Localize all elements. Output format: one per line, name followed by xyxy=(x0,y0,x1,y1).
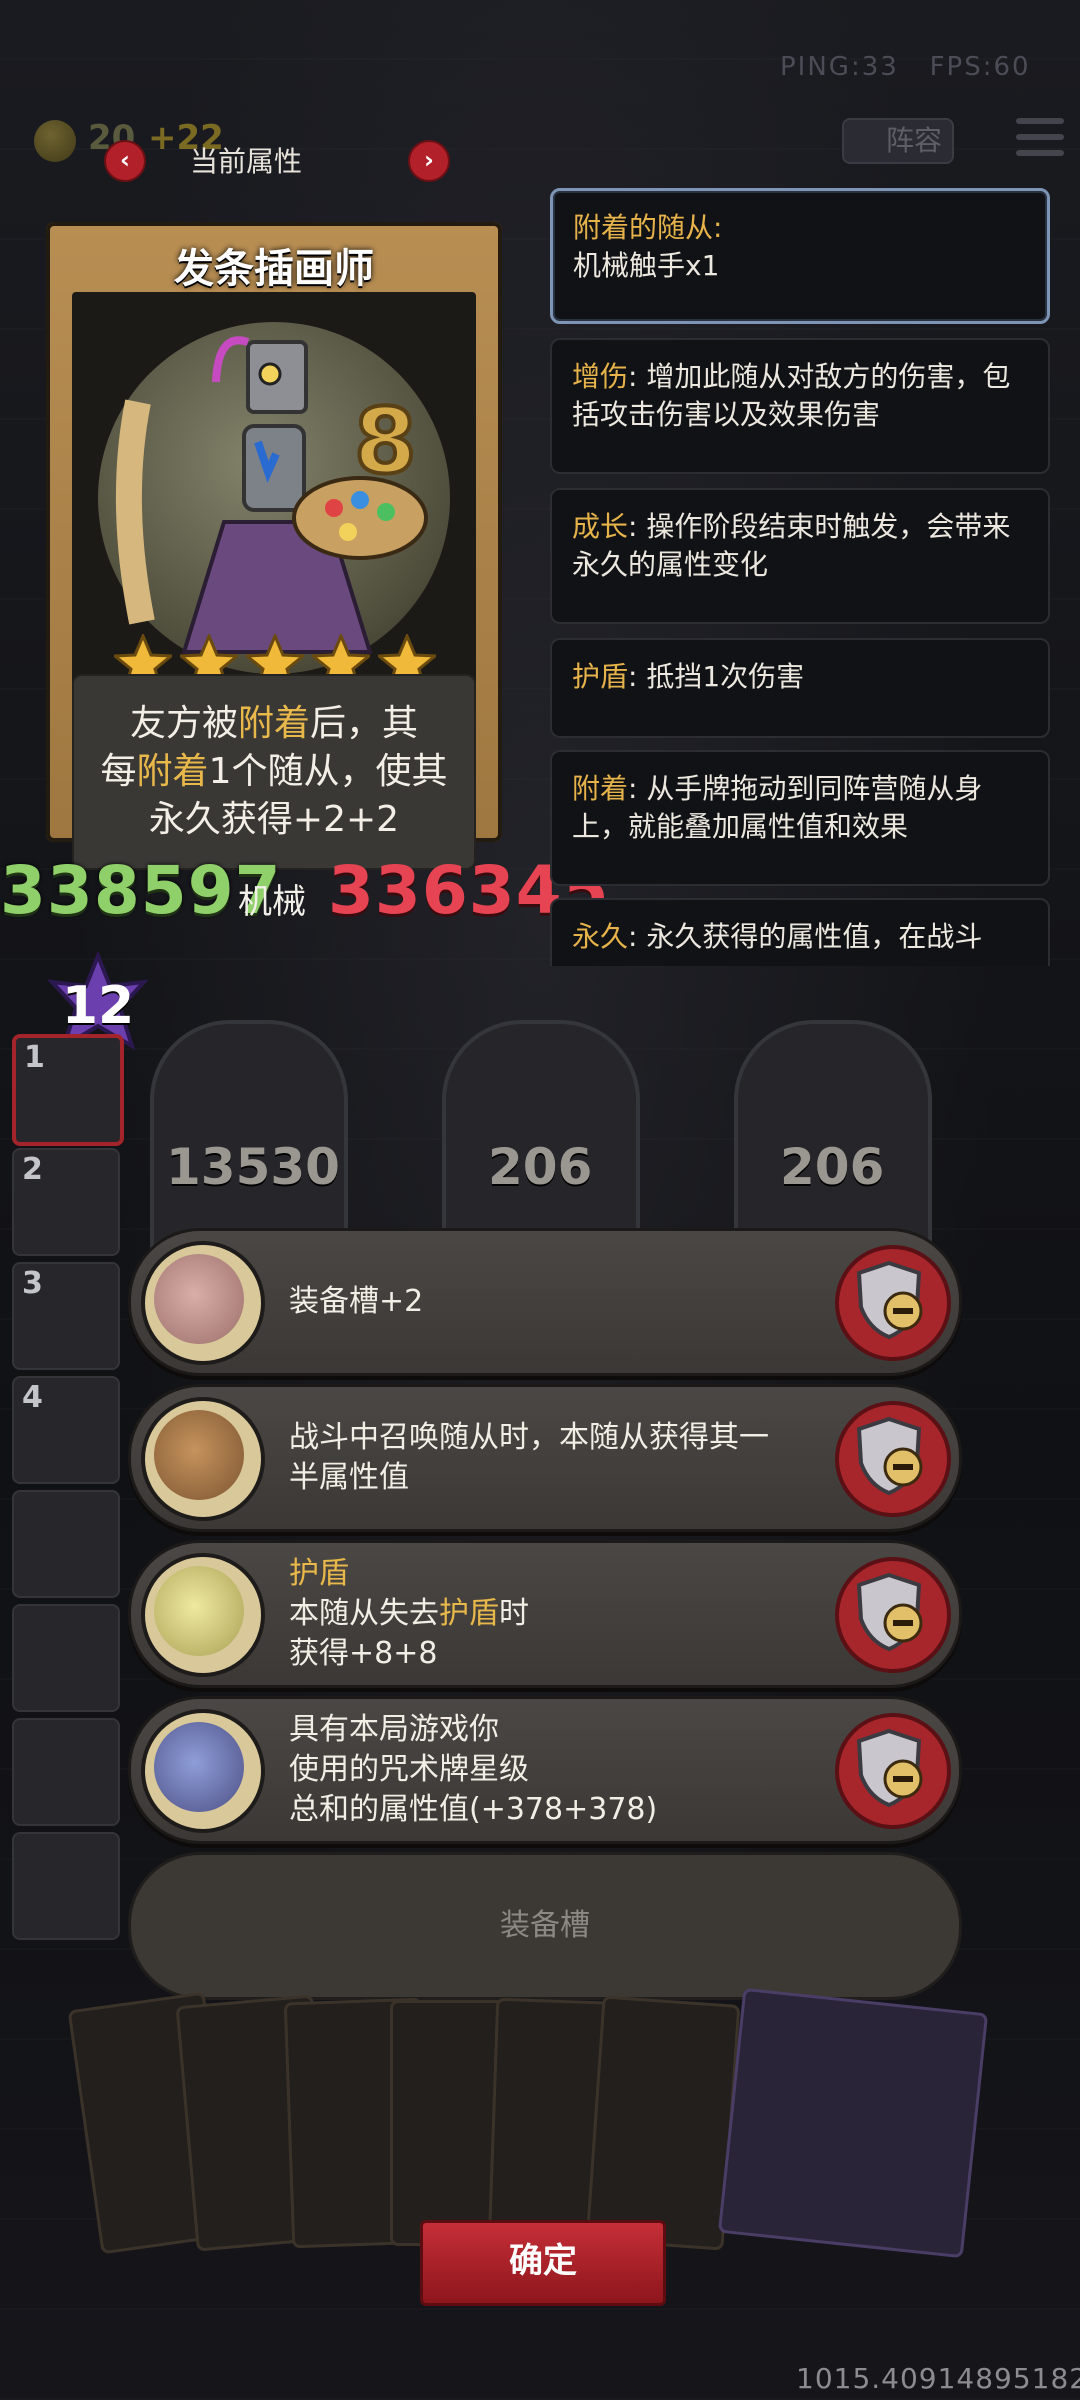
card-description: 友方被附着后，其 每附着1个随从，使其 永久获得+2+2 xyxy=(72,674,476,870)
keyword-panel-damage: 增伤: 增加此随从对敌方的伤害，包括攻击伤害以及效果伤害 xyxy=(550,338,1050,474)
kw-text: : 抵挡1次伤害 xyxy=(628,660,805,693)
equipment-row[interactable]: 护盾 本随从失去护盾时 获得+8+8 xyxy=(128,1540,962,1688)
equipment-text: 护盾 本随从失去护盾时 获得+8+8 xyxy=(289,1543,529,1685)
equipment-text: 装备槽+2 xyxy=(289,1231,423,1373)
shield-minus-icon xyxy=(856,1416,923,1496)
tribe-label: 机械 xyxy=(238,882,306,922)
kw-text: : 永久获得的属性值，在战斗 xyxy=(628,920,983,953)
unequip-shield-button[interactable] xyxy=(835,1557,951,1673)
equipment-line: 使用的咒术牌星级 xyxy=(289,1752,529,1787)
lineup-slot[interactable] xyxy=(12,1718,120,1826)
desc-text: 每 xyxy=(100,751,137,792)
pig-equipment-icon xyxy=(141,1241,265,1365)
ping-fps-readout: PING:33 FPS:60 xyxy=(780,52,1031,82)
lineup-slot[interactable] xyxy=(12,1832,120,1940)
lineup-slot-3[interactable]: 3 xyxy=(12,1262,120,1370)
confirm-button[interactable]: 确定 xyxy=(420,2220,666,2306)
fps-text: FPS:60 xyxy=(929,52,1031,82)
keyword-list[interactable]: 附着的随从: 机械触手x1 增伤: 增加此随从对敌方的伤害，包括攻击伤害以及效果… xyxy=(540,180,1060,966)
equipment-line: 获得+8+8 xyxy=(289,1636,438,1671)
desc-text: 后，其 xyxy=(310,703,419,744)
shield-minus-icon xyxy=(856,1260,923,1340)
card-name: 发条插画师 xyxy=(174,246,374,292)
kw-name: 护盾 xyxy=(572,660,629,693)
coordinate-readout: 1015.40914895182 xyxy=(796,2362,1080,2395)
lineup-button[interactable]: 阵容 xyxy=(842,118,954,164)
clockwork-illustrator-art: 8 xyxy=(98,322,450,674)
ping-text: PING:33 xyxy=(780,52,899,82)
desc-line-1: 友方被附着后，其 xyxy=(74,700,474,748)
lineup-slot-2[interactable]: 2 xyxy=(12,1148,120,1256)
kw-name: 增伤 xyxy=(572,360,629,393)
desc-text: 1个随从，使其 xyxy=(208,751,448,792)
prev-arrow-button[interactable]: ‹ xyxy=(104,140,146,182)
empty-equipment-slot[interactable]: 装备槽 xyxy=(128,1852,962,2000)
slot-number: 4 xyxy=(22,1380,43,1415)
attached-minions-panel: 附着的随从: 机械触手x1 xyxy=(550,188,1050,324)
slot-number: 2 xyxy=(22,1152,43,1187)
shield-minus-icon xyxy=(856,1728,923,1808)
hand-card[interactable] xyxy=(717,1987,989,2259)
equipment-row[interactable]: 具有本局游戏你 使用的咒术牌星级 总和的属性值(+378+378) xyxy=(128,1696,962,1844)
castle-equipment-icon xyxy=(141,1397,265,1521)
equipment-line: 具有本局游戏你 xyxy=(289,1712,499,1747)
next-arrow-button[interactable]: › xyxy=(408,140,450,182)
keyword-panel-attach: 附着: 从手牌拖动到同阵营随从身上，就能叠加属性值和效果 xyxy=(550,750,1050,886)
lineup-slot[interactable] xyxy=(12,1490,120,1598)
equipment-text-span: 时 xyxy=(499,1596,529,1631)
minion-card: 8 发条插画师 友方被附着后，其 每附着1个随从，使其 永久获得+2+2 xyxy=(46,222,502,870)
desc-line-2: 每附着1个随从，使其 xyxy=(74,748,474,796)
board-minion-value: 206 xyxy=(780,1138,885,1196)
equipment-line: 战斗中召唤随从时，本随从获得其一 xyxy=(289,1420,769,1455)
unequip-shield-button[interactable] xyxy=(835,1245,951,1361)
equipment-line: 装备槽+2 xyxy=(289,1284,424,1319)
kw-name: 永久 xyxy=(572,920,629,953)
keyword-panel-shield: 护盾: 抵挡1次伤害 xyxy=(550,638,1050,738)
equipment-text-span: 本随从失去 xyxy=(289,1596,439,1631)
lineup-slot[interactable] xyxy=(12,1604,120,1712)
gold-coin-icon xyxy=(34,120,76,162)
slot-number: 1 xyxy=(24,1040,45,1075)
hand-card[interactable] xyxy=(585,1995,741,2251)
desc-line-3: 永久获得+2+2 xyxy=(148,799,400,840)
equipment-row[interactable]: 装备槽+2 xyxy=(128,1228,962,1376)
kw-name: 附着 xyxy=(572,772,629,805)
attach-keyword: 附着 xyxy=(136,751,209,792)
unequip-shield-button[interactable] xyxy=(835,1401,951,1517)
shield-keyword: 护盾 xyxy=(439,1596,499,1631)
equipment-title: 护盾 xyxy=(289,1556,349,1591)
spellbook-equipment-icon xyxy=(141,1709,265,1833)
desc-text: 友方被 xyxy=(129,703,238,744)
kw-text: : 增加此随从对敌方的伤害，包括攻击伤害以及效果伤害 xyxy=(572,360,1011,431)
unequip-shield-button[interactable] xyxy=(835,1713,951,1829)
kw-text: : 从手牌拖动到同阵营随从身上，就能叠加属性值和效果 xyxy=(572,772,983,843)
equipment-text: 具有本局游戏你 使用的咒术牌星级 总和的属性值(+378+378) xyxy=(289,1699,657,1841)
equipment-text: 战斗中召唤随从时，本随从获得其一 半属性值 xyxy=(289,1387,769,1529)
level-number: 12 xyxy=(61,976,135,1036)
lineup-label: 阵容 xyxy=(885,124,942,157)
shield-minus-icon xyxy=(856,1572,923,1652)
svg-text:8: 8 xyxy=(354,389,417,494)
keyword-panel-growth: 成长: 操作阶段结束时触发，会带来永久的属性变化 xyxy=(550,488,1050,624)
equipment-line: 半属性值 xyxy=(289,1460,409,1495)
kw-text: : 操作阶段结束时触发，会带来永久的属性变化 xyxy=(572,510,1011,581)
board-minion-value: 13530 xyxy=(166,1138,340,1196)
lineup-slot-4[interactable]: 4 xyxy=(12,1376,120,1484)
menu-icon[interactable] xyxy=(1016,118,1064,158)
moon-equipment-icon xyxy=(141,1553,265,1677)
keyword-panel-permanent: 永久: 永久获得的属性值，在战斗 xyxy=(550,898,1050,966)
equipment-row[interactable]: 战斗中召唤随从时，本随从获得其一 半属性值 xyxy=(128,1384,962,1532)
kw-name: 成长 xyxy=(572,510,629,543)
equipment-line: 总和的属性值(+378+378) xyxy=(289,1792,658,1827)
attach-keyword: 附着 xyxy=(237,703,310,744)
kw-title: 附着的随从: xyxy=(573,211,723,244)
board-minion-value: 206 xyxy=(488,1138,593,1196)
slot-number: 3 xyxy=(22,1266,43,1301)
panel-title: 当前属性 xyxy=(190,145,303,178)
equipment-line: 本随从失去护盾时 xyxy=(289,1594,529,1634)
lineup-slot-1[interactable]: 1 xyxy=(12,1034,124,1146)
kw-text: 机械触手x1 xyxy=(573,249,720,282)
